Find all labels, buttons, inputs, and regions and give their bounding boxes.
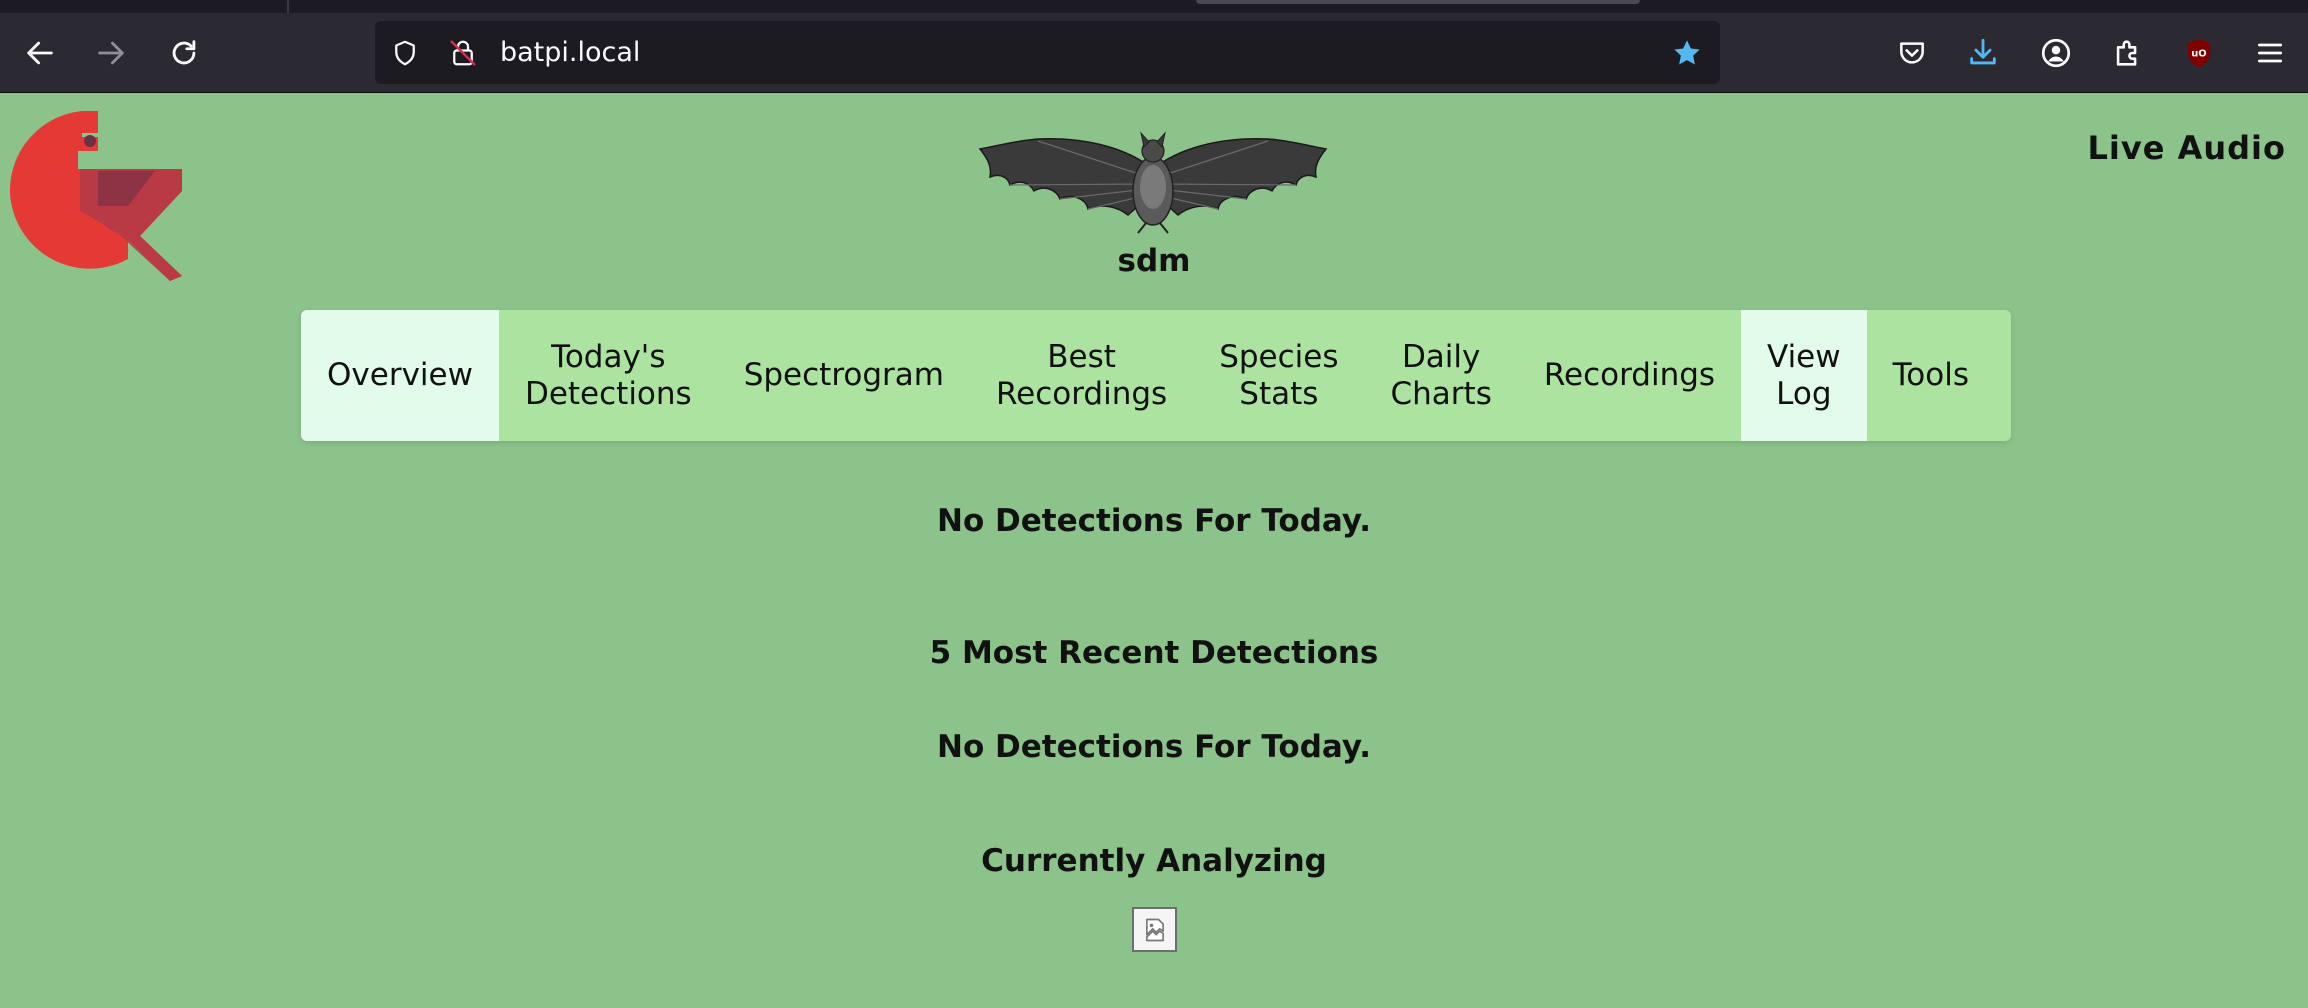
main-nav: Overview Today's Detections Spectrogram … [301,310,2011,441]
app-menu-button[interactable] [2244,27,2296,79]
nav-item-todays-detections[interactable]: Today's Detections [499,310,718,441]
nav-item-view-log[interactable]: View Log [1741,310,1867,441]
hamburger-menu-icon [2258,43,2282,63]
downloads-button[interactable] [1957,27,2009,79]
forward-button[interactable] [85,27,137,79]
nav-item-best-recordings[interactable]: Best Recordings [970,310,1193,441]
nav-item-spectrogram[interactable]: Spectrogram [718,310,970,441]
tracking-protection-shield-icon[interactable] [389,37,421,69]
url-bar[interactable]: batpi.local [375,21,1720,84]
bookmark-star-icon[interactable] [1671,37,1703,69]
currently-analyzing-heading: Currently Analyzing [981,843,1327,879]
recent-detections-heading: 5 Most Recent Detections [929,635,1379,671]
extensions-button[interactable] [2102,27,2154,79]
pocket-icon [1900,42,1924,64]
extensions-icon [2116,40,2137,66]
nav-item-daily-charts[interactable]: Daily Charts [1365,310,1518,441]
reload-button[interactable] [158,27,210,79]
site-logo[interactable] [10,111,185,281]
tab-strip [0,0,2308,13]
forward-arrow-icon [98,41,124,65]
broken-image-icon [1145,918,1164,941]
nav-item-recordings[interactable]: Recordings [1518,310,1741,441]
account-icon [2041,38,2071,68]
nav-item-overview[interactable]: Overview [301,310,499,441]
tab-edge [1196,0,1640,4]
account-button[interactable] [2030,27,2082,79]
tab-separator [287,0,289,13]
nav-item-species-stats[interactable]: Species Stats [1193,310,1364,441]
site-name: sdm [1117,243,1191,279]
page-body: sdm Live Audio Overview Today's Detectio… [0,93,2308,1008]
pocket-button[interactable] [1886,27,1938,79]
reload-icon [172,40,196,65]
no-detections-message: No Detections For Today. [937,503,1371,539]
bat-image [978,131,1328,234]
live-audio-link[interactable]: Live Audio [2088,129,2286,167]
spectrogram-image [1132,907,1177,952]
ublock-origin-button[interactable]: uO [2173,27,2225,79]
ublock-origin-icon: uO [2187,38,2211,68]
url-text[interactable]: batpi.local [500,37,640,69]
no-recent-detections-message: No Detections For Today. [937,729,1371,765]
insecure-lock-icon[interactable] [447,37,479,69]
back-button[interactable] [14,27,66,79]
downloads-icon [1970,38,1996,65]
back-arrow-icon [27,41,53,65]
nav-item-tools[interactable]: Tools [1867,310,1995,441]
browser-toolbar: batpi.local uO [0,13,2308,93]
svg-text:uO: uO [2191,49,2206,60]
